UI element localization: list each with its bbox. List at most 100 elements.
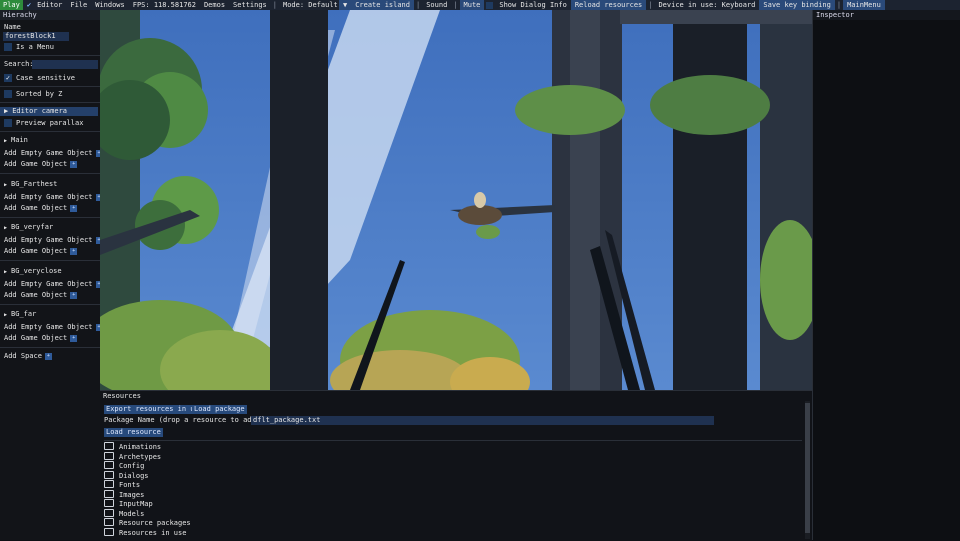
device-in-use-label: Device in use: Keyboard [658, 1, 756, 9]
add-game-object-button[interactable]: + [70, 204, 78, 212]
layer-name: BG_veryclose [11, 267, 62, 275]
main-menu-button[interactable]: MainMenu [843, 0, 885, 10]
expand-arrow-icon: ▶ [4, 312, 8, 318]
add-game-object-button[interactable]: + [70, 247, 78, 255]
sorted-by-z-row[interactable]: Sorted by Z [4, 90, 62, 99]
preview-parallax-row[interactable]: Preview parallax [4, 119, 83, 128]
sorted-by-z-checkbox[interactable] [4, 90, 12, 98]
menu-separator: | [648, 1, 653, 9]
mute-button[interactable]: Mute [459, 0, 485, 10]
layer-header[interactable]: ▶ BG_veryfar [4, 223, 53, 232]
menu-editor[interactable]: Editor [33, 0, 66, 10]
layer-name: BG_Farthest [11, 180, 58, 188]
menu-file[interactable]: File [66, 0, 91, 10]
save-key-binding-button[interactable]: Save key binding [759, 0, 835, 10]
scrollbar-thumb[interactable] [805, 403, 810, 533]
load-resource-button[interactable]: Load resource [104, 428, 163, 437]
folder-label: Fonts [119, 481, 141, 489]
load-package-button[interactable]: Load package [192, 405, 247, 414]
layer-name: Main [11, 136, 28, 144]
resource-folder[interactable]: Resources in use [104, 527, 187, 538]
mode-select[interactable]: Mode: Default [279, 0, 339, 10]
inspector-title: Inspector [813, 10, 960, 20]
search-input[interactable] [32, 60, 98, 69]
package-name-input[interactable]: dflt_package.txt [251, 416, 714, 425]
layer-header[interactable]: ▶ BG_veryclose [4, 267, 62, 276]
folder-label: Resources in use [119, 528, 187, 537]
resource-folder[interactable]: Config [104, 461, 144, 471]
scene-viewport[interactable] [100, 10, 812, 390]
resource-folder[interactable]: InputMap [104, 499, 153, 509]
divider [0, 304, 100, 305]
inspector-panel: Inspector [812, 10, 960, 540]
case-sensitive-label: Case sensitive [16, 74, 76, 82]
editor-checkmark-icon: ✔ [26, 1, 32, 9]
resource-folder[interactable]: Fonts [104, 480, 141, 490]
expand-arrow-icon: ▶ [4, 107, 9, 115]
folder-label: InputMap [119, 500, 153, 508]
folder-label: Dialogs [119, 471, 149, 480]
add-game-object-row: Add Game Object + [4, 291, 78, 300]
search-label: Search: [4, 60, 34, 68]
folder-label: Animations [119, 443, 162, 451]
case-sensitive-checkbox-icon[interactable]: ✓ [4, 74, 12, 82]
folder-icon [104, 480, 114, 488]
hierarchy-title: Hierachy [0, 10, 100, 20]
add-game-object-button[interactable]: + [70, 160, 78, 168]
divider [0, 217, 100, 218]
layer-header[interactable]: ▶ Main [4, 136, 28, 145]
preview-parallax-checkbox[interactable] [4, 119, 12, 127]
add-game-object-label: Add Game Object [4, 291, 68, 299]
case-sensitive-row[interactable]: ✓ Case sensitive [4, 74, 75, 83]
menu-settings[interactable]: Settings [229, 0, 271, 10]
fps-readout: FPS: 118.581762 [132, 1, 196, 9]
menu-demos[interactable]: Demos [200, 0, 229, 10]
add-empty-label: Add Empty Game Object [4, 323, 93, 331]
folder-label: Resource packages [119, 519, 191, 527]
add-game-object-row: Add Game Object + [4, 160, 78, 169]
mode-dropdown-icon[interactable]: ▼ [338, 0, 352, 10]
is-menu-checkbox[interactable] [4, 43, 12, 51]
menu-windows[interactable]: Windows [91, 0, 129, 10]
add-empty-label: Add Empty Game Object [4, 193, 93, 201]
add-space-button[interactable]: + [44, 352, 52, 360]
play-button[interactable]: Play [0, 0, 23, 10]
divider [0, 86, 100, 87]
expand-arrow-icon: ▶ [4, 225, 8, 231]
is-menu-row[interactable]: Is a Menu [4, 43, 54, 52]
editor-camera-label: Editor camera [12, 107, 68, 115]
menu-separator: | [272, 1, 277, 9]
resource-folder[interactable]: Resource packages [104, 518, 191, 528]
forest-scene [100, 10, 812, 390]
add-space-label: Add Space [4, 352, 42, 360]
expand-arrow-icon: ▶ [4, 138, 8, 144]
divider [0, 102, 100, 103]
menu-separator: | [453, 1, 458, 9]
add-empty-row: Add Empty Game Object + [4, 193, 100, 202]
layer-name: BG_far [11, 310, 37, 318]
resources-scrollbar[interactable] [805, 401, 810, 539]
add-game-object-button[interactable]: + [70, 334, 78, 342]
export-resources-button[interactable]: Export resources in use [104, 405, 205, 414]
resources-title: Resources [103, 392, 141, 400]
divider [0, 173, 100, 174]
layer-header[interactable]: ▶ BG_Farthest [4, 180, 57, 189]
expand-arrow-icon: ▶ [4, 269, 8, 275]
folder-icon [104, 527, 114, 536]
add-game-object-button[interactable]: + [70, 291, 78, 299]
reload-resources-button[interactable]: Reload resources [570, 0, 647, 10]
folder-icon [104, 461, 114, 469]
add-empty-label: Add Empty Game Object [4, 280, 93, 288]
add-game-object-row: Add Game Object + [4, 247, 78, 256]
menu-sound[interactable]: Sound [422, 0, 451, 10]
folder-icon [104, 442, 114, 450]
show-dialog-checkbox[interactable] [484, 0, 495, 10]
resource-folder[interactable]: Animations [104, 442, 162, 452]
create-island-button[interactable]: Create island [351, 0, 414, 10]
name-input[interactable]: forestBlock1 [3, 32, 69, 41]
add-empty-label: Add Empty Game Object [4, 149, 93, 157]
layer-header[interactable]: ▶ BG_far [4, 310, 36, 319]
folder-icon [104, 489, 114, 498]
editor-camera-row[interactable]: ▶ Editor camera [4, 107, 67, 116]
divider [0, 260, 100, 261]
